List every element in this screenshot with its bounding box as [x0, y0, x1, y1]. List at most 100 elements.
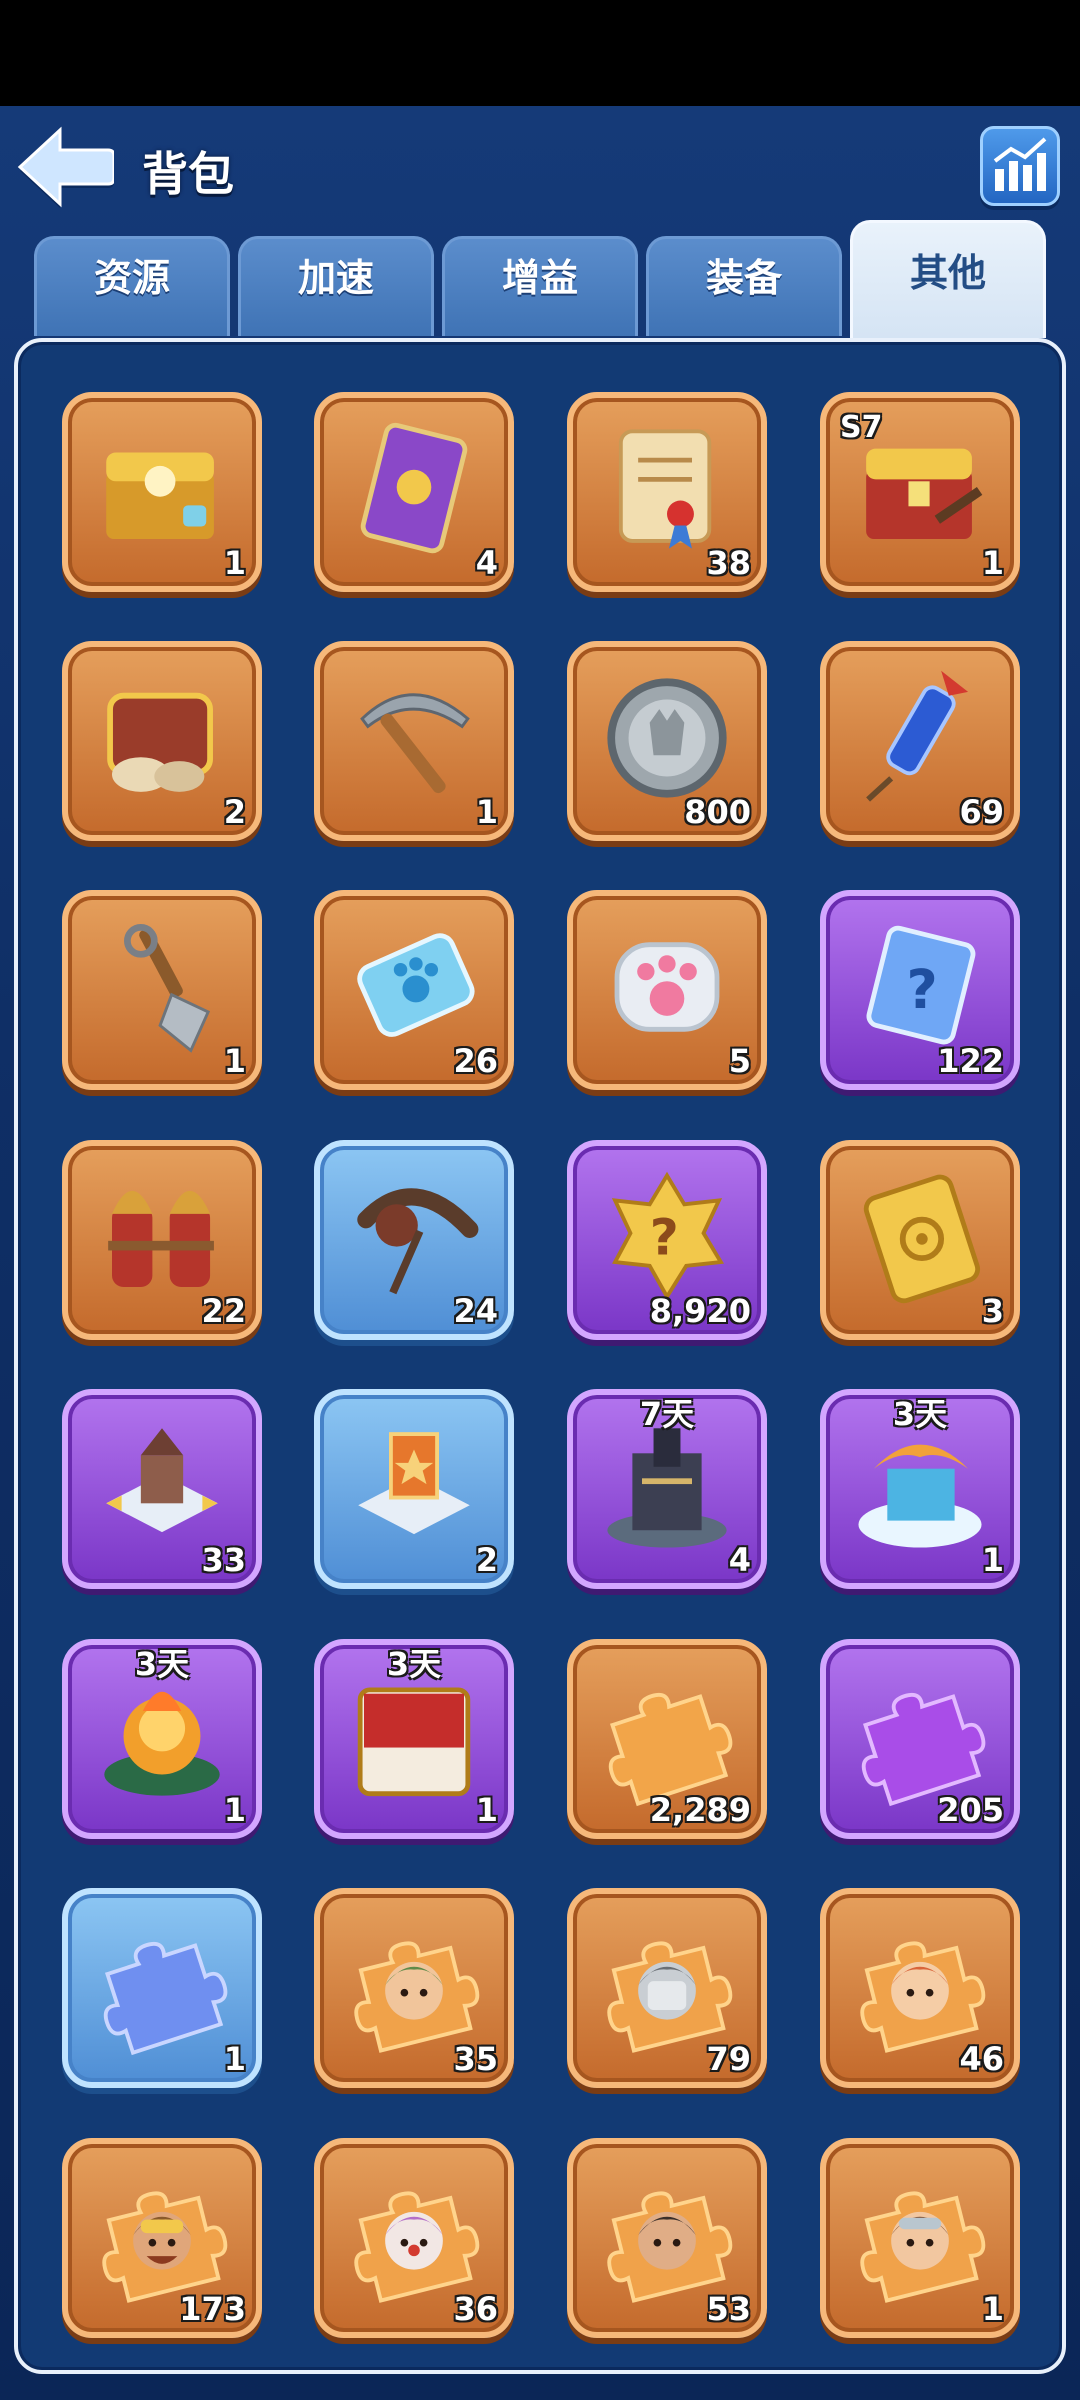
item-count: 1 [981, 1541, 1004, 1579]
hero-puzzle-bandana-man-icon [607, 2191, 733, 2303]
target-ticket-icon [863, 1174, 981, 1304]
page-title: 背包 [142, 147, 234, 201]
inventory-item[interactable]: 3天 1 [62, 1639, 262, 1839]
inventory-item[interactable]: 2 [314, 1389, 514, 1589]
inventory-item[interactable]: 5 [567, 890, 767, 1090]
item-count: 38 [706, 544, 751, 582]
grappling-hook-icon [357, 1188, 479, 1295]
blue-puzzle-piece-icon [103, 1941, 228, 2056]
inventory-item[interactable]: 3天 1 [820, 1389, 1020, 1589]
inventory-item[interactable]: 79 [567, 1888, 767, 2088]
purple-puzzle-piece-icon [861, 1692, 986, 1807]
inventory-item[interactable]: 800 [567, 641, 767, 841]
shovel-icon [124, 924, 211, 1053]
item-count: 1 [981, 2290, 1004, 2328]
inventory-item[interactable]: 3天 1 [314, 1639, 514, 1839]
item-count: 8,920 [649, 1292, 751, 1330]
item-count: 1 [223, 544, 246, 582]
item-count: 69 [959, 793, 1004, 831]
inventory-item[interactable]: 24 [314, 1140, 514, 1340]
header: 背包 [0, 106, 1080, 226]
hero-puzzle-hooded-girl-icon [354, 1941, 480, 2053]
item-count: 4 [728, 1541, 751, 1579]
season-tag: S7 [840, 410, 883, 445]
tab-boosts[interactable]: 增益 [442, 236, 638, 336]
item-count: 1 [223, 2040, 246, 2078]
mystery-card-icon: ? [866, 925, 976, 1045]
inventory-item[interactable]: 7天 4 [567, 1389, 767, 1589]
item-count: 36 [453, 2290, 498, 2328]
svg-text:?: ? [650, 1208, 679, 1266]
inventory-item[interactable]: 36 [314, 2138, 514, 2338]
item-count: 1 [981, 544, 1004, 582]
status-bar [0, 0, 1080, 106]
item-count: 1 [475, 793, 498, 831]
tab-speedups[interactable]: 加速 [238, 236, 434, 336]
inventory-item[interactable]: 26 [314, 890, 514, 1090]
item-count: 2 [223, 793, 246, 831]
inventory-item[interactable]: 3 [820, 1140, 1020, 1340]
tab-bar: 资源 加速 增益 装备 其他 [30, 220, 1050, 338]
blue-firework-rocket-icon [866, 670, 969, 802]
back-button[interactable] [14, 122, 116, 212]
item-count: 26 [453, 1042, 498, 1080]
hero-puzzle-red-hair-girl-icon [860, 1941, 986, 2053]
item-count: 79 [706, 2040, 751, 2078]
inventory-item[interactable]: 173 [62, 2138, 262, 2338]
inventory-item[interactable]: 33 [62, 1389, 262, 1589]
item-count: 2,289 [649, 1791, 751, 1829]
item-count: 22 [201, 1292, 246, 1330]
inventory-item[interactable]: 35 [314, 1888, 514, 2088]
item-count: 173 [179, 2290, 246, 2328]
inventory-item[interactable]: 2 [62, 641, 262, 841]
inventory-item[interactable]: 205 [820, 1639, 1020, 1839]
inventory-item[interactable]: 4 [314, 392, 514, 592]
relocate-banner-icon [358, 1432, 470, 1535]
inventory-item[interactable]: 38 [567, 392, 767, 592]
inventory-item[interactable]: 69 [820, 641, 1020, 841]
inventory-item[interactable]: 1 [62, 1888, 262, 2088]
tab-equipment[interactable]: 装备 [646, 236, 842, 336]
inventory-item[interactable]: ? 8,920 [567, 1140, 767, 1340]
duration-label: 7天 [639, 1395, 695, 1433]
back-arrow-icon [17, 126, 116, 208]
hero-puzzle-clown-icon [354, 2191, 480, 2303]
hero-puzzle-pilot-icon [102, 2191, 228, 2303]
scroll-ribbon-icon [618, 429, 712, 549]
pickaxe-icon [360, 693, 470, 794]
item-count: 1 [475, 1791, 498, 1829]
relocate-castle-icon [106, 1428, 218, 1533]
purple-card-icon [360, 422, 468, 554]
treasure-chest-paw-icon [106, 452, 214, 539]
twin-rockets-icon [108, 1190, 214, 1287]
paw-token-icon [614, 942, 720, 1032]
inventory-item[interactable]: S7 1 [820, 392, 1020, 592]
mystery-badge-icon: ? [611, 1171, 725, 1301]
item-count: 122 [937, 1042, 1004, 1080]
item-count: 2 [475, 1541, 498, 1579]
inventory-item[interactable]: 53 [567, 2138, 767, 2338]
inventory-item[interactable]: 46 [820, 1888, 1020, 2088]
duration-label: 3天 [892, 1395, 948, 1433]
inventory-item[interactable]: 2,289 [567, 1639, 767, 1839]
item-count: 33 [201, 1541, 246, 1579]
svg-text:?: ? [907, 958, 938, 1021]
inventory-item[interactable]: 1 [62, 890, 262, 1090]
item-count: 5 [728, 1042, 751, 1080]
inventory-item[interactable]: 1 [314, 641, 514, 841]
paw-ticket-icon [357, 933, 475, 1037]
silver-coin-wolf-icon [607, 678, 727, 798]
open-chest-sacks-icon [107, 692, 213, 792]
item-count: 24 [453, 1292, 498, 1330]
item-count: 46 [959, 2040, 1004, 2078]
item-count: 800 [684, 793, 751, 831]
inventory-item[interactable]: 22 [62, 1140, 262, 1340]
tab-other[interactable]: 其他 [850, 220, 1046, 338]
stats-button[interactable] [980, 126, 1060, 206]
tab-resources[interactable]: 资源 [34, 236, 230, 336]
item-count: 4 [475, 544, 498, 582]
inventory-item[interactable]: 1 [62, 392, 262, 592]
inventory-item[interactable]: ? 122 [820, 890, 1020, 1090]
inventory-item[interactable]: 1 [820, 2138, 1020, 2338]
duration-label: 3天 [386, 1645, 442, 1683]
